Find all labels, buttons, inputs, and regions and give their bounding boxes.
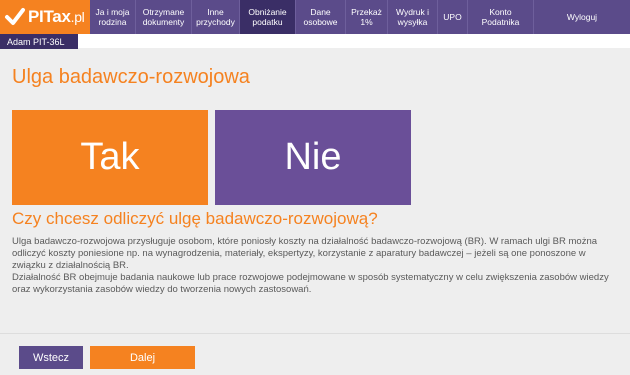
no-button[interactable]: Nie	[215, 110, 411, 205]
next-button[interactable]: Dalej	[90, 346, 195, 369]
pitax-logo[interactable]: PITax.pl	[0, 0, 90, 34]
description-text: Ulga badawczo-rozwojowa przysługuje osob…	[12, 236, 620, 296]
user-tab[interactable]: Adam PIT-36L	[0, 34, 78, 49]
page-title: Ulga badawczo-rozwojowa	[12, 66, 250, 88]
footer-divider	[0, 333, 630, 334]
yes-button[interactable]: Tak	[12, 110, 208, 205]
back-button[interactable]: Wstecz	[19, 346, 83, 369]
logo-text: PITax.pl	[28, 7, 85, 26]
sub-bar	[0, 34, 630, 48]
nav-obnizanie-podatku[interactable]: Obniżanie podatku	[240, 0, 296, 34]
nav-ja-i-moja-rodzina[interactable]: Ja i moja rodzina	[90, 0, 136, 34]
nav-konto-podatnika[interactable]: Konto Podatnika	[468, 0, 534, 34]
description-paragraph: Ulga badawczo-rozwojowa przysługuje osob…	[12, 236, 598, 271]
description-paragraph: Działalność BR obejmuje badania naukowe …	[12, 272, 609, 295]
question-heading: Czy chcesz odliczyć ulgę badawczo-rozwoj…	[12, 209, 378, 228]
main-menu: Ja i moja rodzina Otrzymane dokumenty In…	[90, 0, 630, 34]
nav-wydruk-i-wysylka[interactable]: Wydruk i wysyłka	[388, 0, 438, 34]
nav-otrzymane-dokumenty[interactable]: Otrzymane dokumenty	[136, 0, 192, 34]
checkmark-icon	[5, 8, 25, 25]
nav-wyloguj[interactable]: Wyloguj	[534, 0, 630, 34]
nav-dane-osobowe[interactable]: Dane osobowe	[296, 0, 346, 34]
nav-inne-przychody[interactable]: Inne przychody	[192, 0, 240, 34]
nav-upo[interactable]: UPO	[438, 0, 468, 34]
nav-przekaz-1-procent[interactable]: Przekaż 1%	[346, 0, 388, 34]
top-navigation-bar: PITax.pl Ja i moja rodzina Otrzymane dok…	[0, 0, 630, 34]
